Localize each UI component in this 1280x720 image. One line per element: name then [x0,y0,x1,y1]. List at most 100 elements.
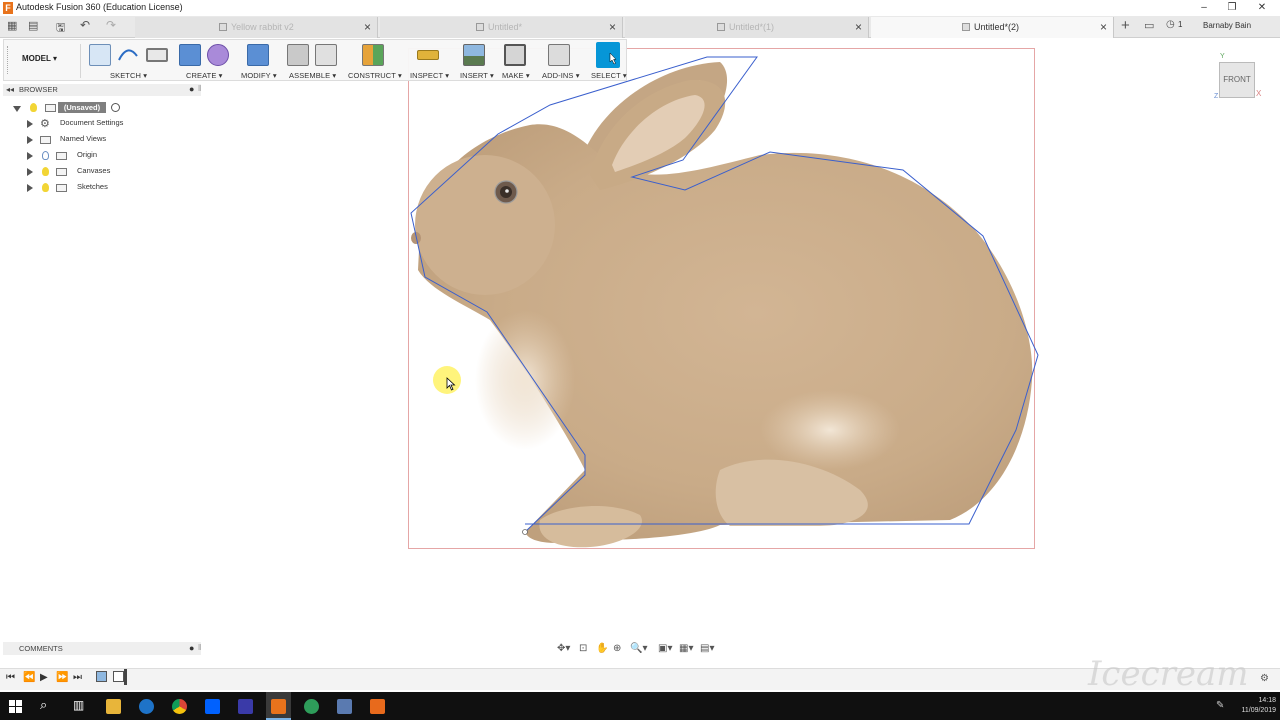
expand-icon[interactable] [27,168,33,176]
timeline-marker[interactable] [124,669,127,685]
step-back-icon[interactable]: ⏪ [23,672,35,683]
recorder-watermark: Icecream [1088,654,1249,694]
rabbit-image [411,62,1033,548]
expand-icon[interactable] [27,136,33,144]
joint-icon[interactable] [315,44,337,66]
visibility-bulb-icon[interactable] [30,103,37,112]
browser-item-document-settings[interactable]: ⚙ Document Settings [0,116,200,132]
taskbar-time[interactable]: 14:18 [1228,697,1276,704]
tree-item-label: Document Settings [60,118,124,127]
form-icon[interactable] [207,44,229,66]
toolbar-grip[interactable] [7,46,9,74]
rectangle-icon[interactable] [146,48,168,62]
timeline-settings-icon[interactable]: ⚙ [1260,673,1269,684]
comments-grip[interactable]: ‖ [198,643,201,652]
visibility-bulb-off-icon[interactable] [42,151,49,160]
windows-taskbar [0,692,1280,720]
main-toolbar: MODEL ▾ SKETCH ▾ CREATE ▾ MODIFY ▾ ASSEM… [3,39,627,81]
tree-item-label: Sketches [77,182,108,191]
viewports-icon[interactable]: ▤▾ [700,643,714,654]
modify-menu[interactable]: MODIFY ▾ [241,71,277,80]
browser-item-named-views[interactable]: Named Views [0,132,200,148]
addins-menu[interactable]: ADD-INS ▾ [542,71,580,80]
app-icon[interactable] [238,699,253,714]
fit-zoom-icon[interactable]: 🔍▾ [630,643,647,654]
select-menu[interactable]: SELECT ▾ [591,71,627,80]
chrome-icon[interactable] [172,699,187,714]
sketch-point[interactable] [522,529,528,535]
make-menu[interactable]: MAKE ▾ [502,71,530,80]
press-pull-icon[interactable] [247,44,269,66]
3d-print-icon[interactable] [504,44,526,66]
windows-start-icon[interactable] [9,700,22,713]
look-at-icon[interactable]: ⊡ [579,643,587,654]
browser-item-origin[interactable]: Origin [0,148,200,164]
expand-icon[interactable] [27,184,33,192]
workspace-switcher[interactable]: MODEL ▾ [22,54,57,63]
activate-radio-icon[interactable] [111,103,120,112]
browser-root[interactable]: (Unsaved) [0,100,200,116]
measure-icon[interactable] [417,50,439,60]
insert-canvas-icon[interactable] [463,44,485,66]
create-menu[interactable]: CREATE ▾ [186,71,223,80]
task-view-icon[interactable]: ▥ [73,698,84,712]
view-cube[interactable]: FRONT [1219,62,1255,98]
zoom-icon[interactable]: ⊕ [613,643,621,654]
browser-item-canvases[interactable]: Canvases [0,164,200,180]
root-component-label[interactable]: (Unsaved) [58,102,106,113]
file-explorer-icon[interactable] [106,699,121,714]
tree-item-label: Canvases [77,166,111,175]
browser-grip[interactable]: ‖ [198,84,201,93]
grid-settings-icon[interactable]: ▦▾ [679,643,693,654]
search-icon[interactable]: ⌕ [40,697,47,713]
comments-add-icon[interactable]: ● [189,643,194,653]
pan-icon[interactable]: ✋ [596,643,608,654]
orbit-icon[interactable]: ✥▾ [557,643,570,654]
create-sketch-icon[interactable] [89,44,111,66]
visibility-bulb-icon[interactable] [42,183,49,192]
recorder-icon[interactable] [370,699,385,714]
browser-item-sketches[interactable]: Sketches [0,180,200,196]
display-settings-icon[interactable]: ▣▾ [658,643,672,654]
browser-header[interactable]: ◂◂ BROWSER ● ‖ [3,84,201,96]
timeline-canvas-feature-icon[interactable] [96,671,107,682]
y-axis-label: Y [1220,53,1225,60]
pen-tray-icon[interactable]: ✎ [1216,700,1224,711]
line-icon[interactable] [117,46,139,64]
z-axis-label: Z [1214,93,1219,100]
greenshot-icon[interactable] [304,699,319,714]
collapse-icon[interactable] [13,106,21,112]
edge-browser-icon[interactable] [139,699,154,714]
assemble-menu[interactable]: ASSEMBLE ▾ [289,71,336,80]
select-icon[interactable] [596,42,620,68]
collapse-browser-icon[interactable]: ◂◂ [6,85,14,94]
expand-icon[interactable] [27,152,33,160]
scripts-addins-icon[interactable] [548,44,570,66]
go-to-end-icon[interactable]: ⏭ [73,672,82,683]
extrude-icon[interactable] [179,44,201,66]
visibility-bulb-icon[interactable] [42,167,49,176]
new-component-icon[interactable] [287,44,309,66]
fusion-360-icon[interactable] [271,699,286,714]
browser-options-icon[interactable]: ● [189,84,194,94]
folder-icon [40,136,51,144]
comments-title: COMMENTS [19,644,63,653]
comments-panel-header[interactable]: COMMENTS ● ‖ [3,642,201,655]
go-to-start-icon[interactable]: ⏮ [6,672,15,683]
expand-icon[interactable] [27,120,33,128]
browser-title: BROWSER [19,85,58,94]
sketch-menu[interactable]: SKETCH ▾ [110,71,147,80]
taskbar-date[interactable]: 11/09/2019 [1228,707,1276,714]
insert-menu[interactable]: INSERT ▾ [460,71,494,80]
photos-icon[interactable] [337,699,352,714]
inspect-menu[interactable]: INSPECT ▾ [410,71,449,80]
step-forward-icon[interactable]: ⏩ [56,672,68,683]
timeline-sketch-feature-icon[interactable] [113,671,124,682]
construct-menu[interactable]: CONSTRUCT ▾ [348,71,402,80]
x-axis-label: X [1256,89,1262,98]
tree-item-label: Named Views [60,134,107,143]
workspace-label: MODEL [22,54,51,63]
play-icon[interactable]: ▶ [40,672,48,683]
dropbox-icon[interactable] [205,699,220,714]
offset-plane-icon[interactable] [362,44,384,66]
